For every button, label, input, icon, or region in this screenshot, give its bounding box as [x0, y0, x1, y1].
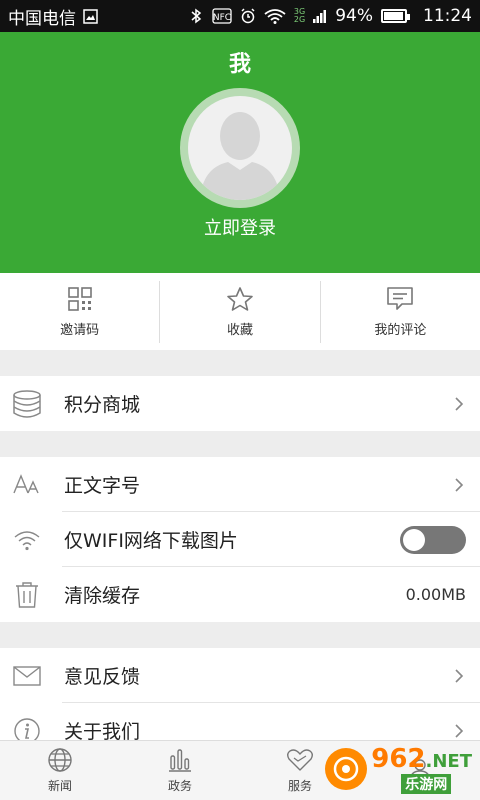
watermark-suffix: .NET	[425, 751, 472, 772]
heart-icon	[287, 749, 313, 771]
clear-cache-row[interactable]: 清除缓存 0.00MB	[0, 567, 480, 622]
chevron-right-icon	[455, 723, 464, 738]
clear-cache-label: 清除缓存	[64, 585, 141, 607]
login-button[interactable]: 立即登录	[0, 214, 480, 240]
section-gap	[0, 350, 480, 376]
network-2g-label: 2G	[293, 15, 306, 24]
watermark-caption: 乐游网	[401, 774, 452, 794]
tab-news-label: 新闻	[47, 779, 72, 793]
avatar[interactable]	[180, 88, 300, 208]
watermark-logo-icon	[325, 748, 368, 790]
signal-icon	[313, 8, 327, 24]
tab-news[interactable]: 新闻	[0, 741, 120, 800]
toggle-knob	[403, 528, 425, 551]
my-comments-label: 我的评论	[374, 322, 427, 338]
alarm-icon	[240, 8, 256, 24]
page-title: 我	[228, 52, 251, 77]
tab-government[interactable]: 政务	[120, 741, 240, 800]
comment-icon	[387, 286, 414, 310]
nfc-icon: NFC	[212, 8, 232, 24]
mail-icon	[12, 661, 42, 691]
globe-icon	[48, 748, 72, 772]
chevron-right-icon	[455, 668, 464, 683]
bluetooth-icon	[188, 8, 204, 24]
status-bar: 中国电信 NFC 3G 2G 94% 11:24	[0, 0, 480, 32]
qr-code-icon	[67, 286, 92, 311]
section-gap	[0, 622, 480, 648]
my-comments-button[interactable]: 我的评论	[319, 280, 480, 343]
section-gap	[0, 431, 480, 457]
clock: 11:24	[423, 6, 472, 26]
chevron-right-icon	[455, 477, 464, 492]
font-size-row[interactable]: 正文字号	[0, 457, 480, 512]
trash-icon	[12, 580, 42, 610]
font-size-icon	[12, 470, 42, 500]
invite-code-button[interactable]: 邀请码	[0, 281, 159, 343]
wifi-status-icon	[264, 8, 286, 24]
tab-government-label: 政务	[167, 779, 192, 793]
cache-size-value: 0.00MB	[405, 585, 466, 604]
tab-services-label: 服务	[287, 779, 312, 793]
bar-chart-icon	[169, 749, 191, 772]
chevron-right-icon	[455, 396, 464, 411]
database-icon	[12, 389, 42, 419]
feedback-label: 意见反馈	[64, 666, 141, 688]
site-watermark: 962 .NET 乐游网	[325, 744, 472, 794]
invite-code-label: 邀请码	[60, 322, 100, 338]
wifi-only-row: 仅WIFI网络下载图片	[0, 512, 480, 567]
battery-icon	[381, 9, 410, 23]
wifi-only-toggle[interactable]	[400, 525, 466, 554]
svg-text:NFC: NFC	[213, 13, 231, 23]
user-silhouette-icon	[200, 112, 280, 200]
points-mall-label: 积分商城	[64, 394, 141, 416]
image-notification-icon	[82, 8, 98, 24]
network-type-icon: 3G 2G	[294, 8, 305, 24]
font-size-label: 正文字号	[64, 475, 141, 497]
points-mall-row[interactable]: 积分商城	[0, 376, 480, 431]
watermark-number: 962	[371, 744, 426, 774]
battery-percent: 94%	[335, 6, 373, 26]
carrier-label: 中国电信	[8, 8, 76, 29]
feedback-row[interactable]: 意见反馈	[0, 648, 480, 703]
favorites-label: 收藏	[226, 322, 253, 338]
quick-actions: 邀请码 收藏 我的评论	[0, 273, 480, 350]
wifi-only-label: 仅WIFI网络下载图片	[64, 530, 238, 552]
profile-header: 我 立即登录	[0, 32, 480, 273]
wifi-icon	[12, 525, 42, 555]
favorites-button[interactable]: 收藏	[159, 280, 319, 343]
star-icon	[227, 286, 253, 311]
